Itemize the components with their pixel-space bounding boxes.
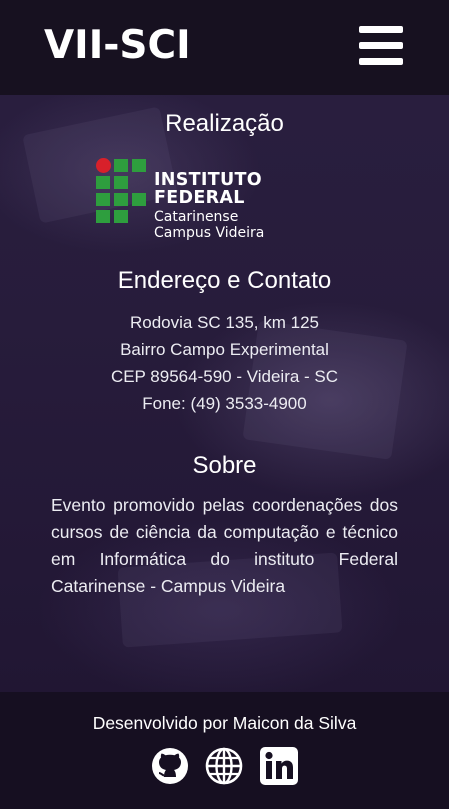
globe-icon[interactable] bbox=[204, 746, 244, 786]
institution-logo: INSTITUTO FEDERAL Catarinense Campus Vid… bbox=[96, 158, 356, 240]
postal-code-line: CEP 89564-590 - Videira - SC bbox=[110, 367, 339, 386]
contact-title: Endereço e Contato bbox=[117, 267, 332, 294]
neighborhood-line: Bairro Campo Experimental bbox=[120, 340, 329, 359]
logo-line2: Campus Videira bbox=[154, 225, 265, 241]
linkedin-icon[interactable] bbox=[259, 746, 299, 786]
logo-line1: Catarinense bbox=[154, 209, 239, 225]
logo-red-circle bbox=[96, 158, 111, 173]
top-navbar: VII-SCI bbox=[0, 0, 449, 95]
about-text: Evento promovido pelas coordenações dos … bbox=[51, 495, 398, 596]
address-line: Rodovia SC 135, km 125 bbox=[130, 313, 319, 332]
logo-text: INSTITUTO FEDERAL Catarinense Campus Vid… bbox=[154, 170, 356, 241]
footer: Desenvolvido por Maicon da Silva bbox=[0, 692, 449, 809]
about-title: Sobre bbox=[192, 452, 257, 479]
github-icon[interactable] bbox=[150, 746, 190, 786]
organizer-title: Realização bbox=[165, 110, 284, 137]
hamburger-menu-icon[interactable] bbox=[359, 24, 405, 68]
contact-info: Rodovia SC 135, km 125 Bairro Campo Expe… bbox=[0, 309, 449, 417]
developer-credit: Desenvolvido por Maicon da Silva bbox=[92, 713, 357, 733]
phone-line: Fone: (49) 3533-4900 bbox=[142, 394, 307, 413]
brand-logo-text[interactable]: VII-SCI bbox=[44, 22, 191, 70]
logo-name: INSTITUTO FEDERAL bbox=[154, 170, 262, 208]
